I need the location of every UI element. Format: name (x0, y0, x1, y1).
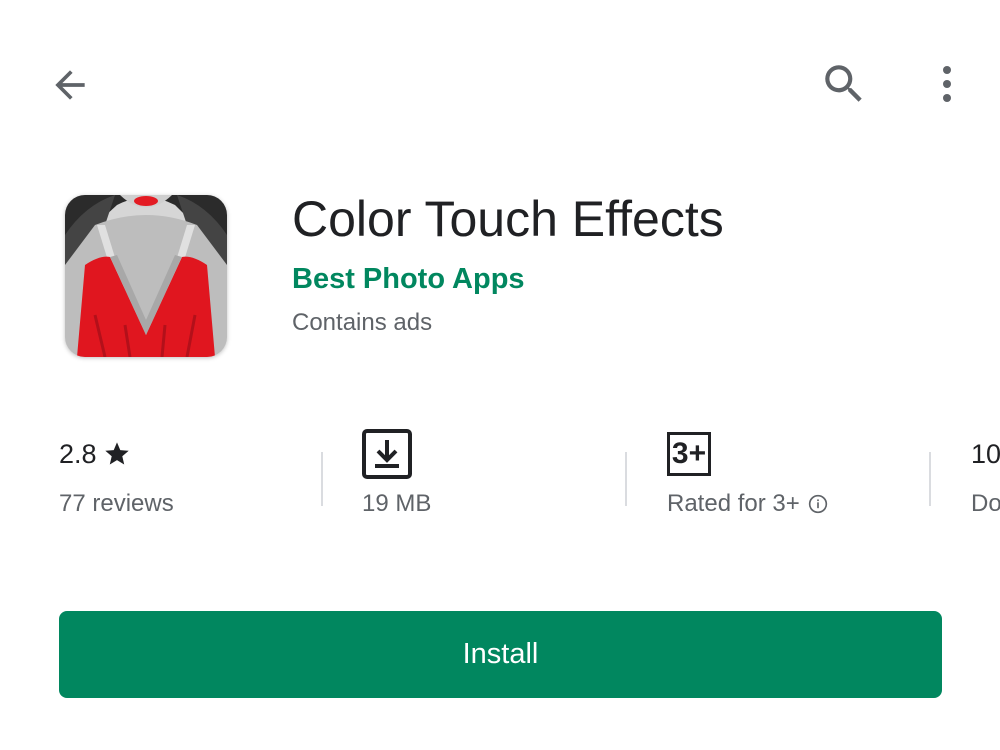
app-title: Color Touch Effects (292, 191, 724, 247)
search-icon (825, 65, 862, 102)
content-rating-badge: 3+ (667, 432, 711, 476)
developer-link[interactable]: Best Photo Apps (292, 263, 525, 296)
install-button[interactable]: Install (59, 611, 942, 698)
search-button[interactable] (812, 52, 876, 116)
install-label: Install (462, 638, 539, 670)
content-rating-label: Rated for 3+ (667, 490, 800, 517)
arrow-left-icon (55, 70, 85, 100)
more-vert-icon (943, 66, 951, 102)
info-icon (808, 494, 827, 514)
rating-stat[interactable]: 2.8 77 reviews (59, 428, 174, 518)
content-rating-stat[interactable]: 3+ Rated for 3+ (667, 428, 828, 518)
stat-divider (929, 452, 931, 506)
stat-divider (625, 452, 627, 506)
stat-divider (321, 452, 323, 506)
reviews-count: 77 reviews (59, 490, 174, 517)
downloads-stat: 10 Do (971, 428, 1000, 518)
rating-value: 2.8 (59, 438, 97, 469)
size-stat: 19 MB (362, 428, 431, 518)
more-options-button[interactable] (922, 52, 972, 116)
contains-ads-label: Contains ads (292, 309, 433, 336)
download-icon (362, 429, 412, 479)
back-button[interactable] (40, 55, 100, 115)
star-icon (104, 442, 129, 465)
top-app-bar (0, 0, 1000, 165)
app-icon (65, 195, 227, 357)
downloads-value: 10 (971, 438, 1000, 469)
size-label: 19 MB (362, 490, 432, 517)
downloads-label: Do (971, 490, 1000, 517)
